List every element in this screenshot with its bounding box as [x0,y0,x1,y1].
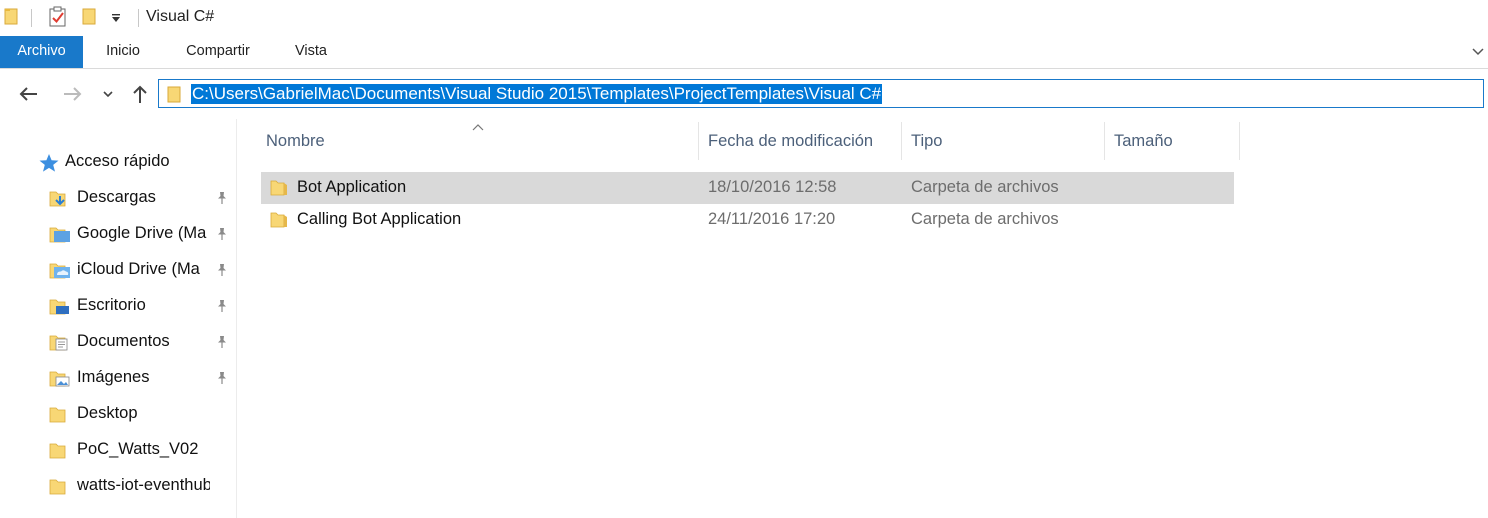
desktop-folder-icon [49,299,69,315]
navigation-bar: C:\Users\GabrielMac\Documents\Visual Stu… [0,69,1488,119]
tab-compartir[interactable]: Compartir [170,36,266,68]
file-name: Bot Application [297,178,407,196]
customize-toolbar-chevron-icon[interactable] [110,12,122,24]
sidebar-item[interactable]: Documentos [0,325,236,359]
file-modified-date: 18/10/2016 12:58 [708,178,837,196]
up-button[interactable] [126,81,154,107]
pin-icon[interactable] [214,334,230,350]
sidebar-item[interactable]: iCloud Drive (Ma [0,253,236,287]
folder-icon [4,8,18,25]
tab-vista[interactable]: Vista [282,36,340,68]
pin-icon[interactable] [214,262,230,278]
sidebar-item[interactable]: Desktop [0,397,236,431]
pin-icon[interactable] [214,298,230,314]
file-type: Carpeta de archivos [911,178,1059,196]
sidebar-item[interactable]: PoC_Watts_V02 [0,433,236,467]
quick-access-separator [31,9,32,27]
forward-button[interactable] [59,81,87,107]
file-row[interactable]: Calling Bot Application 24/11/2016 17:20… [261,204,1234,236]
file-modified-date: 24/11/2016 17:20 [708,210,836,228]
sidebar-item-label: Documentos [77,332,170,350]
sidebar-item-label: Escritorio [77,296,146,314]
folder-icon [49,443,66,459]
pin-icon[interactable] [214,190,230,206]
folder-icon [167,86,181,103]
sidebar-item-label: Desktop [77,404,138,422]
column-divider[interactable] [901,122,902,160]
properties-icon[interactable] [48,6,68,28]
pictures-folder-icon [49,371,70,387]
sidebar-item-label: PoC_Watts_V02 [77,440,199,458]
sidebar-item-label: watts-iot-eventhub- [77,476,210,494]
pin-icon[interactable] [214,226,230,242]
sidebar-item-label: Descargas [77,188,156,206]
folder-icon [49,479,66,495]
ribbon-tabs: Archivo Inicio Compartir Vista [0,36,1488,69]
chevron-down-icon [103,91,113,98]
column-divider[interactable] [1104,122,1105,160]
column-header-modified[interactable]: Fecha de modificación [708,122,898,160]
column-header-size[interactable]: Tamaño [1114,122,1234,160]
back-button[interactable] [14,81,42,107]
title-separator [138,9,139,27]
column-header-name[interactable]: Nombre [266,122,696,160]
address-path[interactable]: C:\Users\GabrielMac\Documents\Visual Stu… [191,84,883,104]
column-divider[interactable] [698,122,699,160]
forward-arrow-icon [64,87,82,101]
sidebar-item[interactable]: Google Drive (Ma [0,217,236,251]
up-arrow-icon [133,85,147,103]
folder-icon [270,212,287,228]
sidebar-item-label: Google Drive (Ma [77,224,207,242]
icloud-drive-folder-icon [49,263,70,279]
sidebar-item[interactable]: watts-iot-eventhub- [0,469,236,503]
file-row[interactable]: Bot Application 18/10/2016 12:58 Carpeta… [261,172,1234,204]
google-drive-folder-icon [49,227,70,243]
column-header-type[interactable]: Tipo [911,122,1101,160]
sidebar-item[interactable]: Imágenes [0,361,236,395]
file-type: Carpeta de archivos [911,210,1059,228]
downloads-folder-icon [49,191,66,207]
pin-icon[interactable] [214,370,230,386]
column-divider[interactable] [1239,122,1240,160]
tab-archivo[interactable]: Archivo [0,36,83,68]
folder-icon [49,407,66,423]
back-arrow-icon [19,87,37,101]
documents-folder-icon [49,335,68,351]
sidebar-item-label: Imágenes [77,368,150,386]
sidebar-item[interactable]: Escritorio [0,289,236,323]
file-name: Calling Bot Application [297,210,462,228]
tab-inicio[interactable]: Inicio [91,36,155,68]
quick-access-label: Acceso rápido [65,152,170,170]
window-title: Visual C# [146,8,215,25]
address-bar[interactable]: C:\Users\GabrielMac\Documents\Visual Stu… [158,79,1484,108]
sidebar-item-label: iCloud Drive (Ma [77,260,200,278]
navigation-pane: Acceso rápido Descargas Google Drive (Ma… [0,119,237,518]
star-icon [39,154,59,172]
title-bar: Visual C# [0,0,1488,36]
new-folder-icon[interactable] [82,7,96,25]
expand-ribbon-chevron-icon[interactable] [1472,47,1484,57]
recent-locations-button[interactable] [96,81,120,107]
sidebar-item[interactable]: Descargas [0,181,236,215]
folder-icon [270,180,287,196]
